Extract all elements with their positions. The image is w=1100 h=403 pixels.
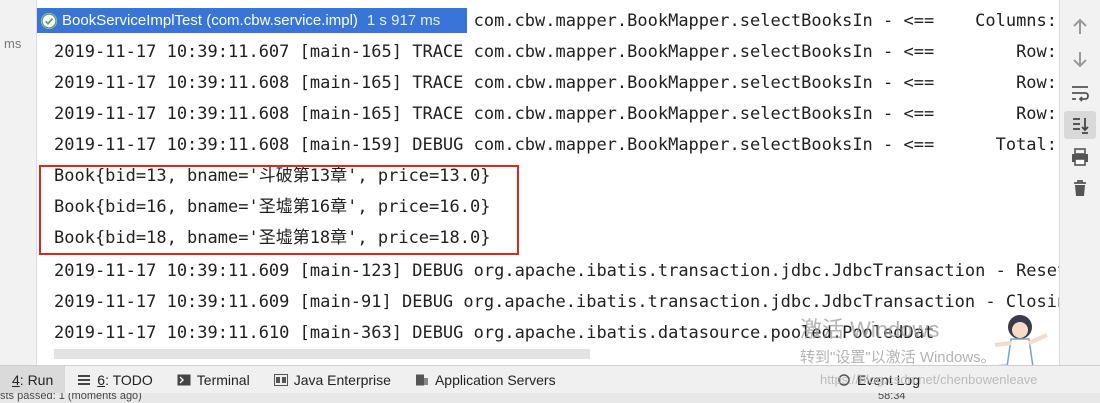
test-passed-check-icon [41, 12, 57, 29]
tab-todo[interactable]: 6 : TODO [65, 366, 165, 394]
tab-run-label: : Run [19, 372, 54, 388]
console-line: 2019-11-17 10:39:11.608 [main-165] TRACE… [54, 73, 1060, 93]
watermark-title: 激活 Windows [800, 317, 940, 342]
trash-icon[interactable] [1069, 177, 1091, 199]
console-line: 2019-11-17 10:39:11.608 [main-165] TRACE… [54, 104, 1060, 124]
scroll-up-arrow-icon[interactable] [1069, 16, 1091, 38]
tab-java-enterprise-label: Java Enterprise [293, 372, 391, 388]
tab-application-servers[interactable]: Application Servers [403, 366, 568, 394]
gutter-ms-label: ms [4, 36, 22, 51]
blog-url-watermark: https://blog.csdn.net/chenbowenleave [820, 372, 1038, 387]
windows-activation-watermark: 激活 Windows 转到"设置"以激活 Windows。 [800, 312, 996, 367]
tab-run-mnemonic: 4 [12, 372, 20, 388]
print-icon[interactable] [1069, 146, 1091, 168]
terminal-icon [177, 374, 191, 386]
horizontal-scrollbar[interactable] [54, 349, 590, 359]
console-output[interactable]: 2019-11-17 10:39:11.607 [main-165] TRACE… [37, 0, 1060, 365]
tab-terminal[interactable]: Terminal [165, 366, 262, 394]
scroll-to-end-icon [1073, 118, 1089, 134]
soft-wrap-icon[interactable] [1069, 82, 1091, 104]
test-result-name: BookServiceImplTest (com.cbw.service.imp… [62, 12, 358, 29]
console-line: 2019-11-17 10:39:11.609 [main-91] DEBUG … [54, 292, 1060, 312]
tab-todo-mnemonic: 6 [97, 372, 106, 388]
status-caret-position[interactable]: 58:34 [878, 393, 906, 402]
status-test-summary: sts passed: 1 (moments ago) [0, 393, 142, 402]
console-line: 2019-11-17 10:39:11.609 [main-123] DEBUG… [54, 261, 1060, 281]
console-right-toolbar [1059, 0, 1100, 365]
application-servers-icon [415, 374, 428, 386]
test-result-duration: 1 s 917 ms [366, 12, 441, 29]
status-bar: sts passed: 1 (moments ago) 58:34 [0, 393, 1100, 403]
test-result-selection[interactable]: BookServiceImplTest (com.cbw.service.imp… [37, 8, 467, 33]
scroll-down-arrow-icon[interactable] [1069, 48, 1091, 70]
console-left-gutter: ms [0, 0, 37, 365]
book-results-highlight-box [39, 165, 519, 255]
tab-terminal-label: Terminal [196, 372, 250, 388]
todo-icon [78, 375, 91, 385]
console-line: 2019-11-17 10:39:11.608 [main-159] DEBUG… [54, 135, 1060, 155]
tab-java-enterprise[interactable]: Java Enterprise [262, 366, 403, 394]
watermark-subtitle: 转到"设置"以激活 Windows。 [800, 349, 996, 366]
scroll-to-end-toggle[interactable] [1064, 111, 1096, 139]
console-line: 2019-11-17 10:39:11.607 [main-165] TRACE… [54, 42, 1060, 62]
tab-run[interactable]: 4 : Run [0, 366, 66, 394]
java-enterprise-icon [273, 374, 288, 386]
tab-todo-label: : TODO [105, 372, 153, 388]
tab-application-servers-label: Application Servers [434, 372, 556, 388]
